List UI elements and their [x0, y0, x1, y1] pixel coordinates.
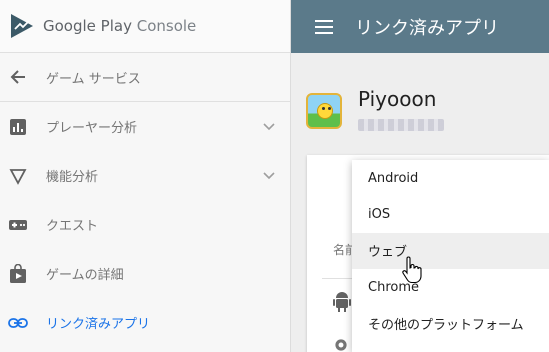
app-icon [306, 93, 342, 129]
menu-item-chrome[interactable]: Chrome [352, 269, 549, 305]
sidebar: Google Play Console ゲーム サービス プレーヤー分析 機能分… [0, 0, 291, 352]
link-icon [8, 313, 28, 333]
play-bag-icon [8, 263, 28, 284]
hamburger-menu-icon[interactable] [315, 19, 333, 34]
funnel-icon [8, 166, 28, 186]
sidebar-item-game-services[interactable]: ゲーム サービス [0, 53, 290, 102]
bird-eye [322, 107, 325, 110]
bar-chart-icon [8, 117, 28, 137]
brand-header[interactable]: Google Play Console [0, 0, 290, 53]
sidebar-item-feature-analytics[interactable]: 機能分析 [0, 151, 290, 200]
gamepad-icon [8, 215, 28, 235]
platform-dropdown-menu[interactable]: Android iOS ウェブ Chrome その他のプラットフォーム [352, 160, 549, 352]
bird-eye [328, 107, 331, 110]
menu-item-ios[interactable]: iOS [352, 196, 549, 232]
sidebar-item-label: ゲームの詳細 [46, 268, 124, 283]
sidebar-item-game-details[interactable]: ゲームの詳細 [0, 249, 290, 298]
bird-character-icon [317, 103, 333, 119]
play-console-logo-icon [11, 14, 33, 38]
chevron-down-icon[interactable] [262, 119, 276, 133]
app-subtitle-redacted [358, 119, 444, 131]
sidebar-item-label: 機能分析 [46, 170, 99, 185]
menu-item-other-platforms[interactable]: その他のプラットフォーム [352, 306, 549, 342]
sidebar-item-label: クエスト [46, 219, 99, 234]
sidebar-item-label: リンク済みアプリ [46, 317, 151, 332]
sidebar-item-player-analytics[interactable]: プレーヤー分析 [0, 102, 290, 151]
sidebar-item-label: ゲーム サービス [46, 71, 141, 87]
android-icon [333, 292, 351, 312]
top-app-bar: リンク済みアプリ [291, 0, 549, 53]
hand-pointer-cursor-icon [402, 256, 422, 284]
sidebar-item-label: プレーヤー分析 [46, 121, 138, 136]
arrow-back-icon [8, 67, 28, 87]
app-name: Piyooon [358, 87, 437, 111]
brand-title: Google Play Console [43, 17, 197, 35]
menu-item-android[interactable]: Android [352, 160, 549, 196]
page-title: リンク済みアプリ [355, 17, 499, 39]
sidebar-item-quests[interactable]: クエスト [0, 200, 290, 249]
chrome-icon [335, 339, 347, 351]
chevron-down-icon[interactable] [262, 168, 276, 182]
menu-item-web[interactable]: ウェブ [352, 232, 549, 270]
sidebar-item-linked-apps[interactable]: リンク済みアプリ [0, 298, 290, 347]
